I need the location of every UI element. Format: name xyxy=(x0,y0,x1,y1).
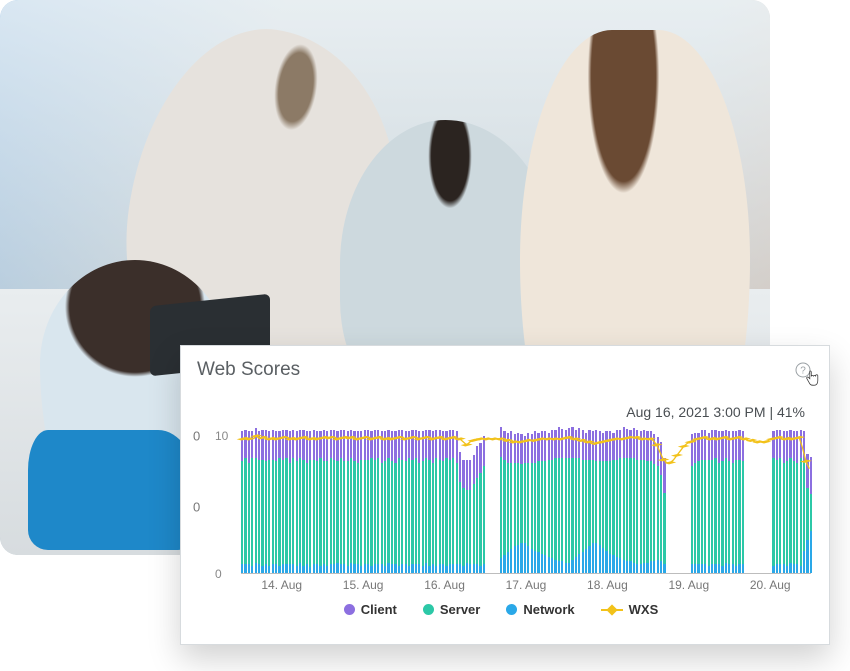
legend-item-network[interactable]: Network xyxy=(506,602,574,617)
circle-icon xyxy=(423,604,434,615)
circle-icon xyxy=(506,604,517,615)
pointer-cursor-icon xyxy=(804,370,820,386)
x-tick: 20. Aug xyxy=(730,578,811,592)
x-tick: 19. Aug xyxy=(648,578,729,592)
x-tick: 18. Aug xyxy=(567,578,648,592)
hover-timestamp: Aug 16, 2021 3:00 PM | 41% xyxy=(191,384,811,424)
x-tick: 16. Aug xyxy=(404,578,485,592)
card-title: Web Scores xyxy=(191,359,300,381)
y-axis: 0 10 0 0 xyxy=(191,424,241,574)
legend-item-server[interactable]: Server xyxy=(423,602,480,617)
x-tick: 17. Aug xyxy=(485,578,566,592)
x-tick: 15. Aug xyxy=(322,578,403,592)
circle-icon xyxy=(344,604,355,615)
x-tick: 14. Aug xyxy=(241,578,322,592)
web-scores-card: Web Scores ? Aug 16, 2021 3:00 PM | 41% … xyxy=(180,345,830,645)
y-minor-tick: 10 xyxy=(215,429,228,443)
wxs-line xyxy=(241,424,811,573)
y-major-tick: 0 xyxy=(193,499,200,514)
help-icon[interactable]: ? xyxy=(795,362,811,378)
legend-item-wxs[interactable]: WXS xyxy=(601,602,659,617)
line-marker-icon xyxy=(601,605,623,615)
chart-plot[interactable]: 0 10 0 0 xyxy=(191,424,811,574)
y-minor-tick: 0 xyxy=(215,567,222,581)
y-major-tick: 0 xyxy=(193,429,200,444)
x-axis: 14. Aug 15. Aug 16. Aug 17. Aug 18. Aug … xyxy=(191,574,811,596)
legend: Client Server Network WXS xyxy=(191,596,811,617)
legend-item-client[interactable]: Client xyxy=(344,602,397,617)
